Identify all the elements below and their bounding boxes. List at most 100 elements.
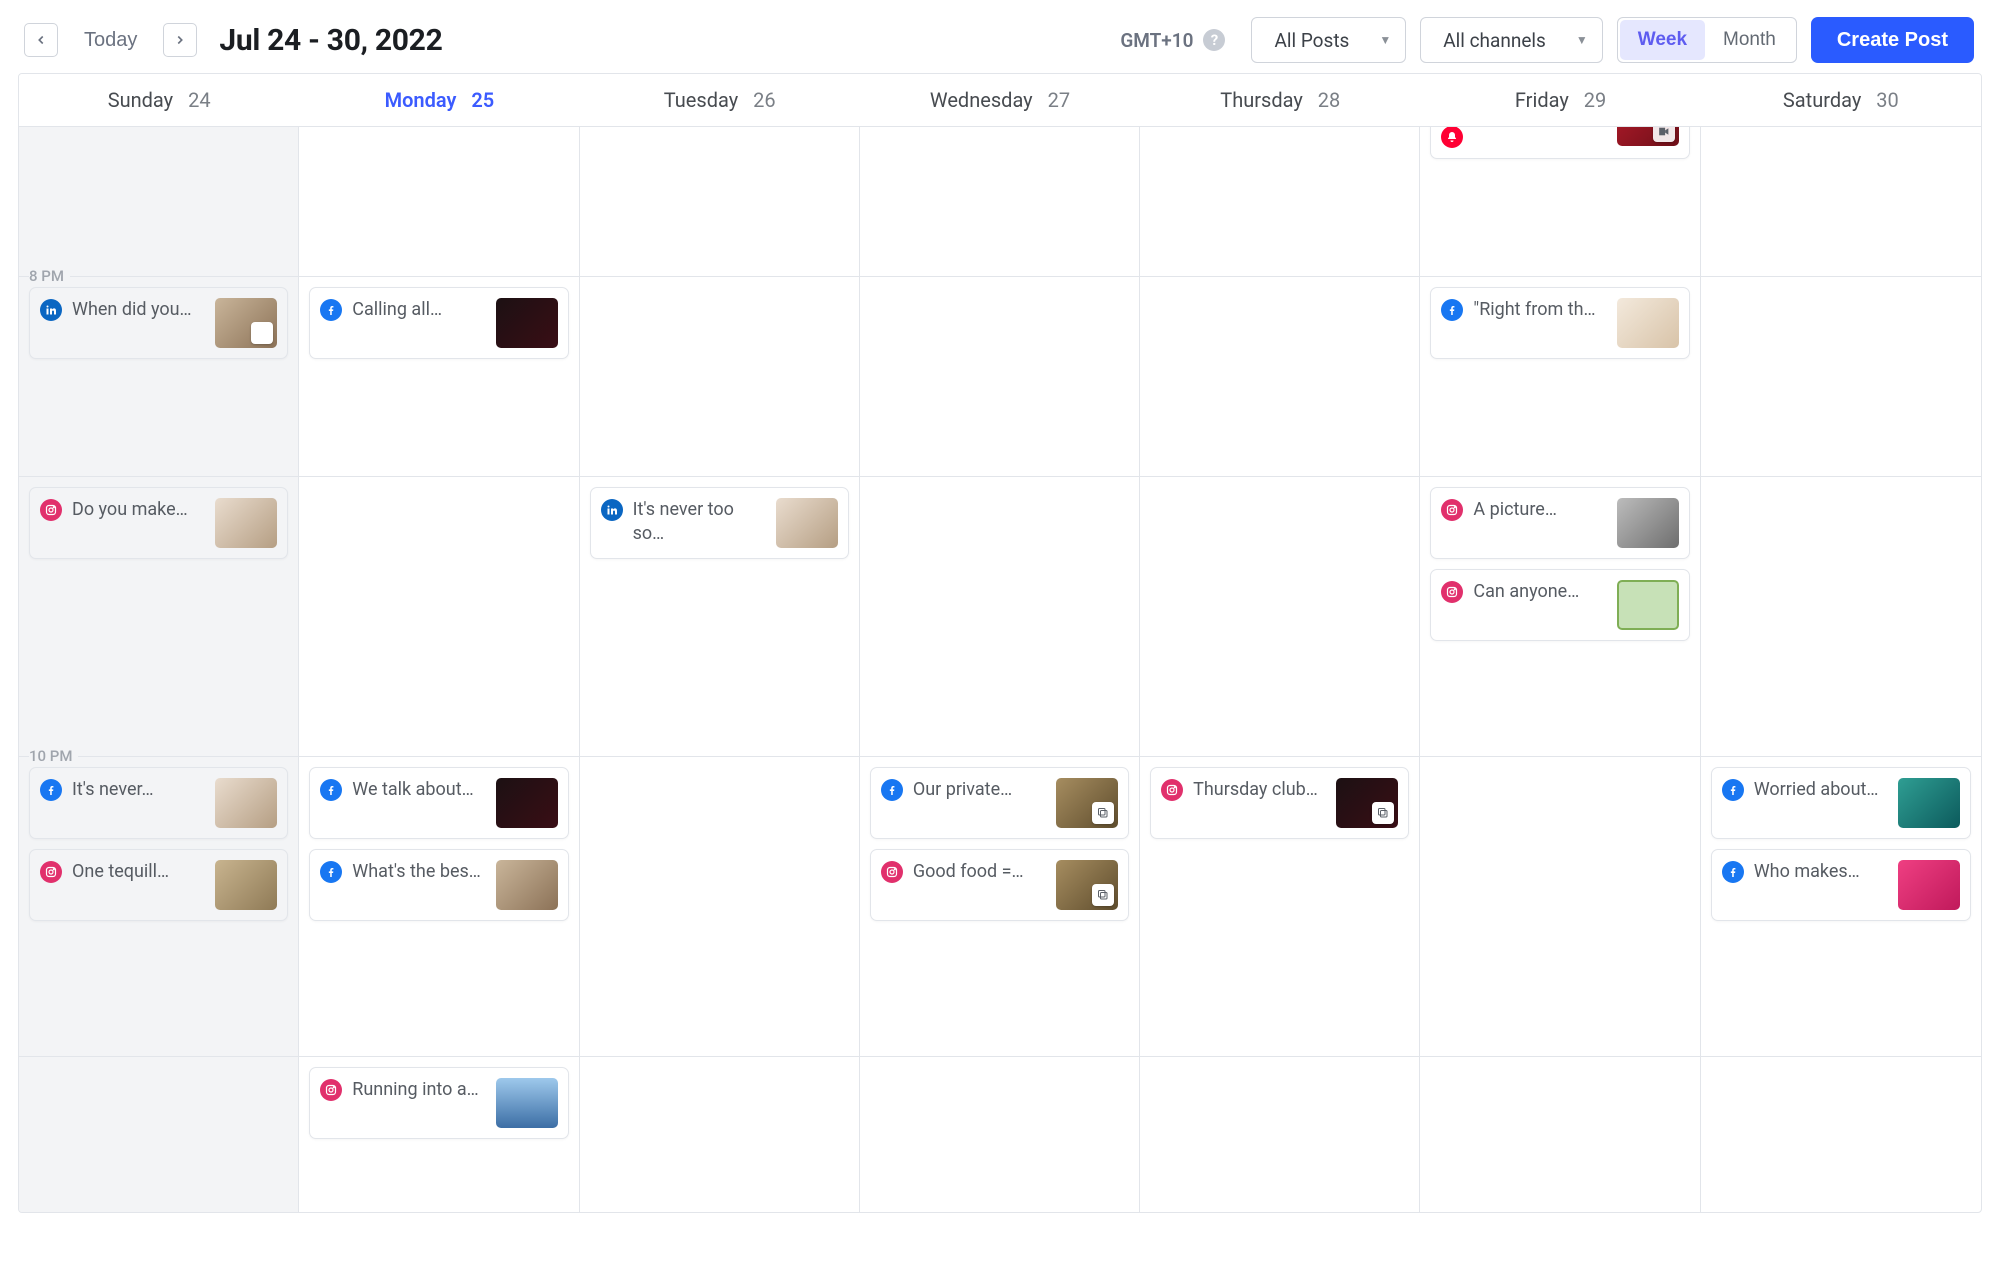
day-name: Friday	[1515, 88, 1569, 112]
facebook-icon	[1441, 299, 1463, 321]
calendar-body-scroll[interactable]: down,…8 PMWhen did you…Calling all…"Righ…	[19, 127, 1981, 1212]
post-thumbnail	[496, 778, 558, 828]
time-row: 10 PMIt's never…One tequill…We talk abou…	[19, 757, 1981, 1057]
post-card[interactable]: Who makes…	[1711, 849, 1971, 921]
calendar-slot[interactable]: 8 PMWhen did you…	[19, 277, 299, 477]
calendar-slot[interactable]	[1140, 1057, 1420, 1212]
channel-badges	[1441, 580, 1463, 603]
calendar-day-headers: Sunday 24Monday 25Tuesday 26Wednesday 27…	[19, 74, 1981, 127]
post-thumbnail	[1056, 860, 1118, 910]
calendar-slot[interactable]: Running into a…	[299, 1057, 579, 1212]
calendar-slot[interactable]: "Right from th…	[1420, 277, 1700, 477]
day-number: 25	[471, 88, 494, 112]
calendar-slot[interactable]	[860, 127, 1140, 277]
calendar-slot[interactable]	[1701, 1057, 1981, 1212]
gallery-icon	[1092, 802, 1114, 824]
calendar-slot[interactable]: We talk about… What's the bes…	[299, 757, 579, 1057]
post-card[interactable]: Running into a…	[309, 1067, 568, 1139]
facebook-icon	[1722, 779, 1744, 801]
time-row: 8 PMWhen did you…Calling all… "Right from…	[19, 277, 1981, 477]
day-number: 24	[188, 88, 210, 112]
calendar-slot[interactable]	[860, 477, 1140, 757]
view-mode-toggle: Week Month	[1617, 17, 1797, 63]
calendar-slot[interactable]	[299, 127, 579, 277]
channels-filter-dropdown[interactable]: All channels ▼	[1420, 17, 1602, 63]
calendar-slot[interactable]	[1420, 1057, 1700, 1212]
calendar-slot[interactable]	[1140, 277, 1420, 477]
calendar-slot[interactable]	[1701, 127, 1981, 277]
post-thumbnail	[1617, 298, 1679, 348]
help-icon[interactable]: ?	[1203, 29, 1225, 51]
post-thumbnail	[215, 498, 277, 548]
day-header-cell: Monday 25	[299, 74, 579, 126]
post-preview-text: A picture…	[1473, 498, 1606, 522]
post-preview-text: Running into a…	[352, 1078, 485, 1102]
post-preview-text: Thursday club…	[1193, 778, 1326, 802]
post-card[interactable]: Thursday club…	[1150, 767, 1409, 839]
post-card[interactable]: down,…	[1430, 127, 1689, 159]
calendar-slot[interactable]	[299, 477, 579, 757]
posts-filter-dropdown[interactable]: All Posts ▼	[1251, 17, 1406, 63]
calendar-slot[interactable]: Calling all…	[299, 277, 579, 477]
post-preview-text: "Right from th…	[1473, 298, 1606, 322]
calendar-slot[interactable]: It's never too so…	[580, 477, 860, 757]
calendar-slot[interactable]	[19, 1057, 299, 1212]
prev-week-button[interactable]	[24, 23, 58, 57]
channel-badges	[320, 860, 342, 883]
calendar-slot[interactable]: 10 PMIt's never…One tequill…	[19, 757, 299, 1057]
time-label: 8 PM	[29, 267, 70, 285]
post-card[interactable]: Worried about…	[1711, 767, 1971, 839]
channel-badges	[40, 498, 62, 521]
calendar-slot[interactable]: Worried about… Who makes…	[1701, 757, 1981, 1057]
calendar-slot[interactable]: A picture… Can anyone…	[1420, 477, 1700, 757]
post-preview-text: Our private…	[913, 778, 1046, 802]
post-card[interactable]: It's never…	[29, 767, 288, 839]
date-range-title: Jul 24 - 30, 2022	[219, 23, 442, 58]
post-card[interactable]: A picture…	[1430, 487, 1689, 559]
calendar-slot[interactable]: Our private… Good food =…	[860, 757, 1140, 1057]
next-week-button[interactable]	[163, 23, 197, 57]
calendar-slot[interactable]: down,…	[1420, 127, 1700, 277]
today-button[interactable]: Today	[68, 23, 153, 57]
calendar-slot[interactable]	[1701, 477, 1981, 757]
post-preview-text: Do you make…	[72, 498, 205, 522]
post-card[interactable]: Do you make…	[29, 487, 288, 559]
calendar-slot[interactable]	[860, 277, 1140, 477]
calendar-slot[interactable]	[580, 277, 860, 477]
post-card[interactable]: When did you…	[29, 287, 288, 359]
post-thumbnail	[1056, 778, 1118, 828]
post-card[interactable]: One tequill…	[29, 849, 288, 921]
month-view-button[interactable]: Month	[1705, 20, 1794, 60]
facebook-icon	[40, 779, 62, 801]
gallery-icon	[1092, 884, 1114, 906]
calendar-slot[interactable]	[1701, 277, 1981, 477]
calendar-slot[interactable]	[1420, 757, 1700, 1057]
chevron-right-icon	[173, 33, 187, 47]
post-card[interactable]: "Right from th…	[1430, 287, 1689, 359]
facebook-icon	[1722, 861, 1744, 883]
calendar-slot[interactable]	[1140, 127, 1420, 277]
calendar-slot[interactable]	[580, 127, 860, 277]
day-header-cell: Thursday 28	[1140, 74, 1420, 126]
calendar-slot[interactable]: Thursday club…	[1140, 757, 1420, 1057]
week-view-button[interactable]: Week	[1620, 20, 1705, 60]
calendar-grid: down,…8 PMWhen did you…Calling all…"Righ…	[19, 127, 1981, 1212]
post-card[interactable]: It's never too so…	[590, 487, 849, 559]
calendar-slot[interactable]: Do you make…	[19, 477, 299, 757]
calendar-slot[interactable]	[19, 127, 299, 277]
post-card[interactable]: Our private…	[870, 767, 1129, 839]
post-card[interactable]: Good food =…	[870, 849, 1129, 921]
calendar-slot[interactable]	[580, 1057, 860, 1212]
post-card[interactable]: We talk about…	[309, 767, 568, 839]
calendar-slot[interactable]	[1140, 477, 1420, 757]
channel-badges	[1441, 127, 1463, 148]
instagram-icon	[1441, 499, 1463, 521]
post-card[interactable]: Calling all…	[309, 287, 568, 359]
calendar-slot[interactable]	[860, 1057, 1140, 1212]
day-header-cell: Friday 29	[1420, 74, 1700, 126]
calendar-slot[interactable]	[580, 757, 860, 1057]
post-card[interactable]: Can anyone…	[1430, 569, 1689, 641]
post-card[interactable]: What's the bes…	[309, 849, 568, 921]
create-post-button[interactable]: Create Post	[1811, 17, 1974, 63]
timezone-label: GMT+10	[1120, 29, 1193, 52]
